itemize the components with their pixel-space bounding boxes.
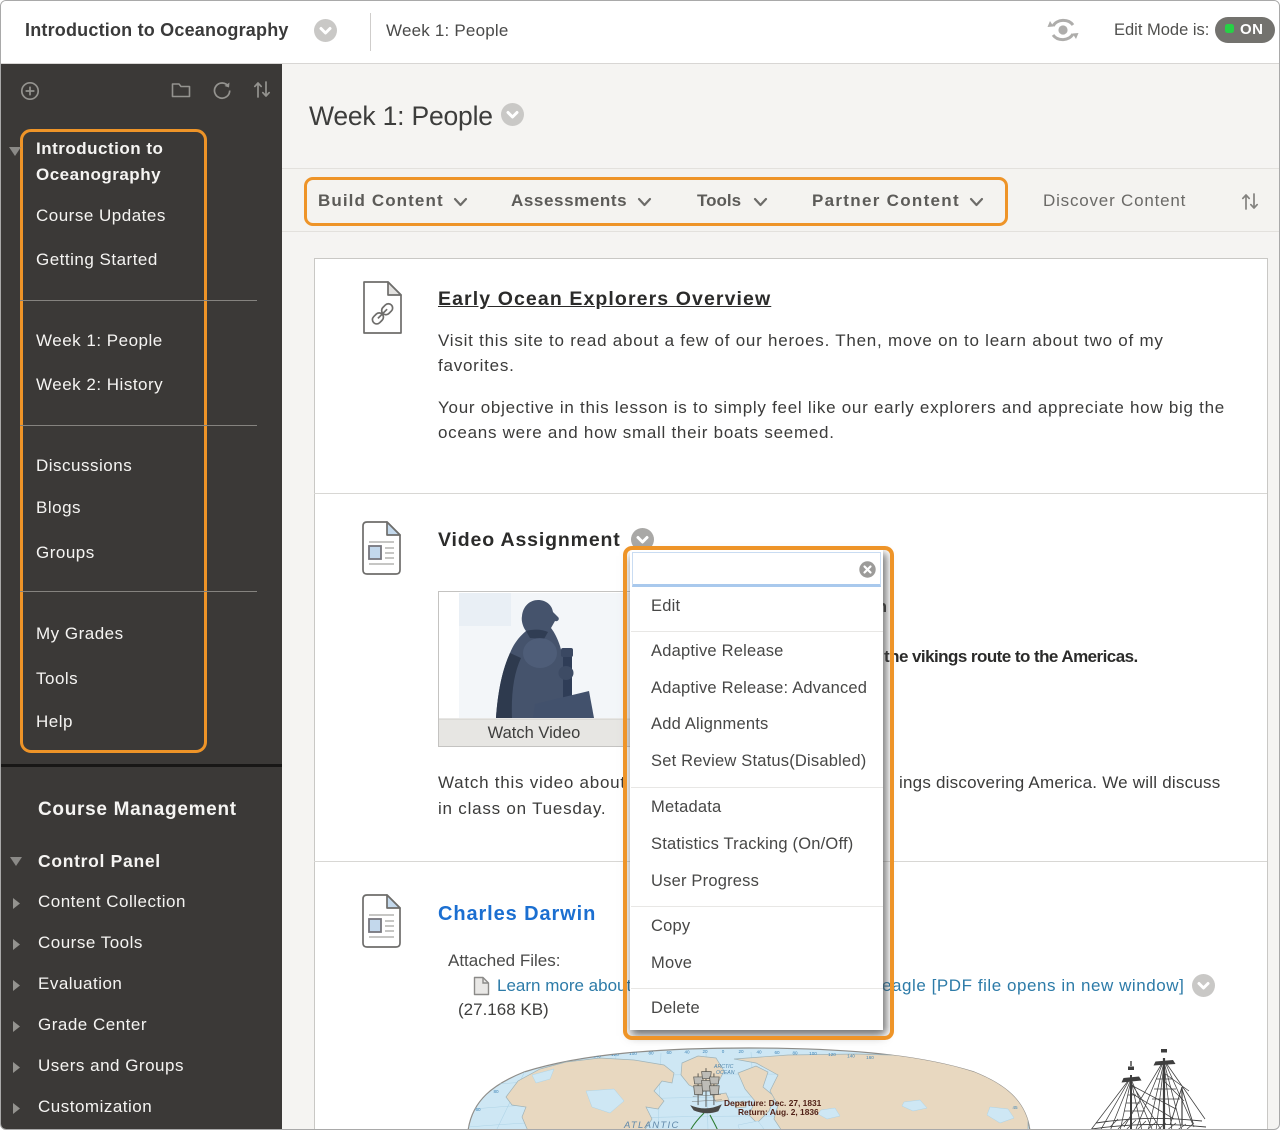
svg-text:ATLANTIC: ATLANTIC <box>623 1120 680 1130</box>
svg-text:60: 60 <box>666 1050 672 1055</box>
svg-text:100: 100 <box>809 1051 817 1056</box>
svg-text:120: 120 <box>828 1052 836 1057</box>
svg-text:40: 40 <box>684 1050 690 1055</box>
svg-text:160: 160 <box>866 1055 874 1060</box>
svg-text:140: 140 <box>847 1054 855 1059</box>
svg-text:40: 40 <box>756 1050 762 1055</box>
svg-text:80: 80 <box>792 1051 798 1056</box>
svg-text:80: 80 <box>648 1051 654 1056</box>
svg-text:60: 60 <box>774 1050 780 1055</box>
svg-text:45: 45 <box>1012 1105 1018 1110</box>
svg-text:60: 60 <box>475 1107 481 1112</box>
svg-text:0: 0 <box>722 1049 725 1054</box>
svg-text:120: 120 <box>611 1052 619 1057</box>
svg-text:Return: Aug. 2, 1836: Return: Aug. 2, 1836 <box>738 1107 819 1117</box>
svg-text:Watch Video: Watch Video <box>488 724 581 742</box>
svg-text:20: 20 <box>702 1049 708 1054</box>
svg-text:OCEAN: OCEAN <box>716 1070 735 1076</box>
svg-text:80: 80 <box>493 1089 499 1094</box>
svg-text:20: 20 <box>738 1049 744 1054</box>
